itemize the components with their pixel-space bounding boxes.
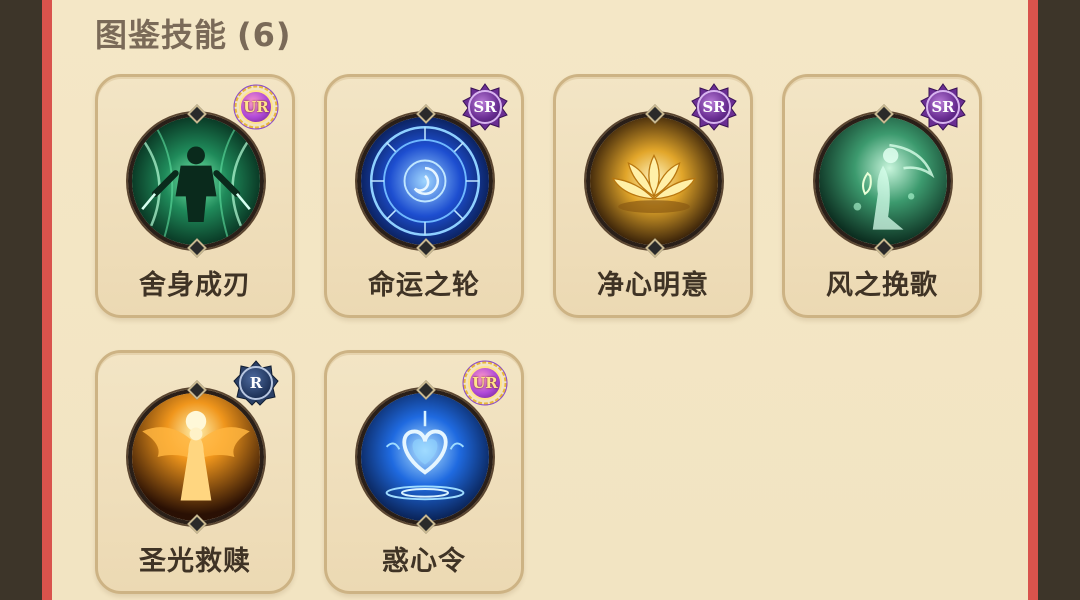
- rarity-label: SR: [926, 90, 960, 124]
- rarity-label: UR: [239, 90, 273, 124]
- skill-icon-frame: [586, 104, 722, 258]
- rarity-label: SR: [468, 90, 502, 124]
- skill-count: (6): [237, 16, 292, 54]
- skill-card[interactable]: R 圣光救赎: [95, 350, 295, 594]
- rarity-label: SR: [697, 90, 731, 124]
- skill-icon-frame: [357, 104, 493, 258]
- rarity-badge-ur: UR: [461, 359, 509, 407]
- golden-winged-saint-icon: [128, 389, 264, 525]
- skill-name: 舍身成刃: [139, 270, 251, 301]
- rarity-badge-r: R: [232, 359, 280, 407]
- skill-name: 净心明意: [597, 270, 709, 301]
- skill-card[interactable]: UR 惑心令: [324, 350, 524, 594]
- section-title: 图鉴技能 (6): [95, 10, 292, 56]
- rarity-badge-sr: SR: [690, 83, 738, 131]
- skill-card[interactable]: SR 风之挽歌: [782, 74, 982, 318]
- rarity-label: UR: [468, 366, 502, 400]
- section-title-text: 图鉴技能: [95, 16, 228, 54]
- rarity-badge-sr: SR: [461, 83, 509, 131]
- skill-icon-frame: [357, 380, 493, 534]
- skill-icon-frame: [128, 380, 264, 534]
- skill-card[interactable]: SR 命运之轮: [324, 74, 524, 318]
- green-wind-bard-icon: [815, 113, 951, 249]
- skill-icon-frame: [128, 104, 264, 258]
- rarity-badge-sr: SR: [919, 83, 967, 131]
- golden-lotus-icon: [586, 113, 722, 249]
- skill-card[interactable]: UR 舍身成刃: [95, 74, 295, 318]
- skill-name: 惑心令: [382, 546, 466, 577]
- skill-name: 圣光救赎: [139, 546, 251, 577]
- blue-heart-ripple-icon: [357, 389, 493, 525]
- skill-name: 风之挽歌: [826, 270, 938, 301]
- green-warrior-blades-icon: [128, 113, 264, 249]
- codex-skills-panel: 图鉴技能 (6) UR 舍身成刃 SR 命运之轮 SR 净心明意 SR 风之挽歌…: [52, 0, 1028, 600]
- skill-icon-frame: [815, 104, 951, 258]
- blue-wheel-of-fate-icon: [357, 113, 493, 249]
- rarity-badge-ur: UR: [232, 83, 280, 131]
- skill-name: 命运之轮: [368, 270, 480, 301]
- rarity-label: R: [239, 366, 273, 400]
- skill-card[interactable]: SR 净心明意: [553, 74, 753, 318]
